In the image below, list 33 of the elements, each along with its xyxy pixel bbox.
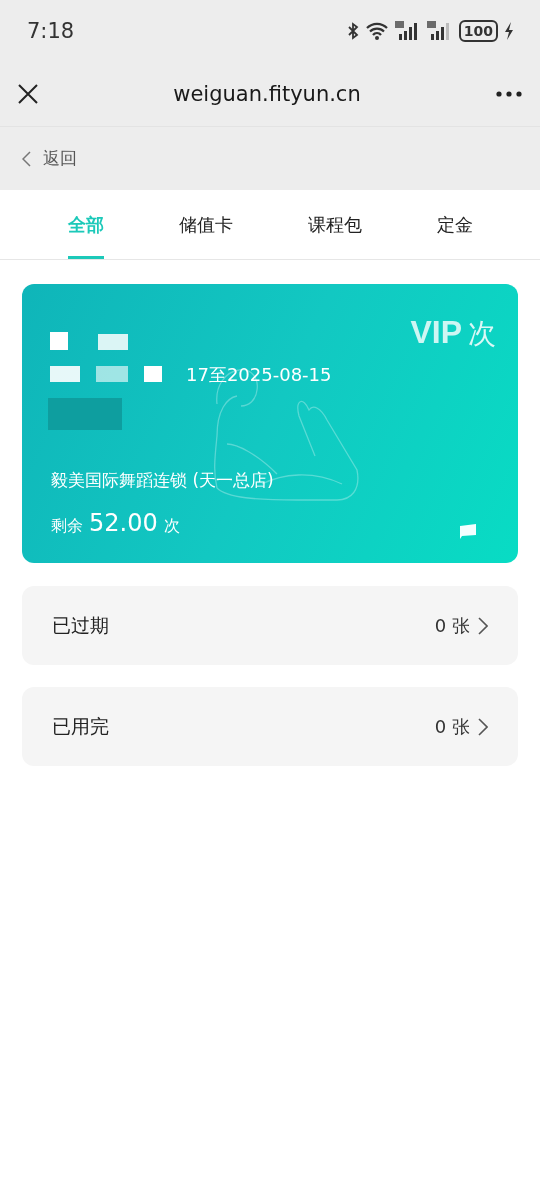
back-chevron-icon[interactable] — [22, 150, 31, 167]
store-name: 毅美国际舞蹈连锁 (天一总店) — [51, 469, 274, 492]
tab[interactable]: 定金 — [436, 190, 473, 259]
close-icon[interactable] — [18, 84, 38, 104]
chevron-right-icon — [478, 616, 488, 635]
remaining-unit: 次 — [163, 516, 180, 537]
row-count: 0 张 — [434, 714, 470, 739]
row-count: 0 张 — [434, 613, 470, 638]
vip-label: VIP — [410, 314, 462, 351]
chevron-right-icon — [478, 717, 488, 736]
more-icon[interactable] — [496, 91, 522, 97]
row-label: 已用完 — [52, 713, 109, 739]
wifi-icon — [364, 22, 389, 40]
status-time: 7:18 — [27, 19, 75, 43]
redaction-mark — [144, 366, 162, 382]
row-label: 已过期 — [52, 612, 109, 638]
page-url: weiguan.fityun.cn — [172, 82, 362, 106]
remaining-value: 52.00 — [89, 509, 158, 537]
redaction-mark — [96, 366, 128, 382]
card-status-row[interactable]: 已用完 0 张 — [22, 687, 518, 766]
redaction-mark — [50, 366, 80, 382]
redaction-mark — [98, 334, 128, 350]
card-status-row[interactable]: 已过期 0 张 — [22, 586, 518, 665]
battery-level: 100 — [458, 20, 498, 42]
charging-icon — [504, 22, 514, 40]
tab[interactable]: 课程包 — [307, 190, 362, 259]
bluetooth-icon — [346, 22, 359, 40]
remaining-label: 剩余 — [51, 516, 83, 537]
validity-date: 17至2025-08-15 — [186, 363, 332, 387]
back-link[interactable]: 返回 — [43, 147, 77, 170]
tab[interactable]: 储值卡 — [178, 190, 233, 259]
redaction-mark — [50, 332, 68, 350]
card-type: 次 — [468, 316, 496, 352]
